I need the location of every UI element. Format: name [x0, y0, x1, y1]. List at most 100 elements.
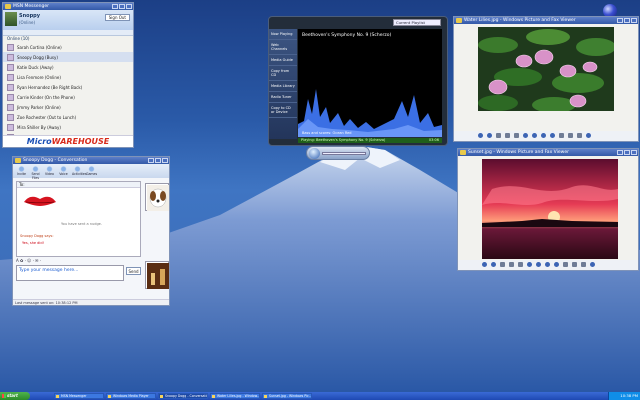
actual-size-button[interactable] — [509, 262, 514, 267]
artist-info: Bass and scores: Ocean Red — [302, 131, 352, 135]
user-name[interactable]: Snoppy — [19, 13, 40, 19]
rotate-clockwise-button[interactable] — [541, 133, 546, 138]
slideshow-button[interactable] — [518, 262, 523, 267]
next-image-button[interactable] — [491, 262, 496, 267]
my-display-picture[interactable] — [145, 261, 169, 289]
msn-profile-header: Snoppy (Online) Sign Out — [3, 10, 133, 30]
water-lilies-titlebar[interactable]: Water Lilies.jpg - Windows Picture and F… — [454, 17, 638, 24]
playlist-dropdown[interactable]: Current Playlist — [393, 19, 441, 26]
maximize-button[interactable] — [155, 158, 161, 163]
actual-size-button[interactable] — [505, 133, 510, 138]
print-button[interactable] — [568, 133, 573, 138]
taskbar-item-conversation[interactable]: Snoopy Dogg - Conversation — [158, 393, 208, 399]
slideshow-button[interactable] — [514, 133, 519, 138]
next-image-button[interactable] — [487, 133, 492, 138]
media-player-window: Current Playlist Now Playing Web Channel… — [268, 16, 448, 146]
system-clock[interactable]: 10:38 PM — [608, 392, 640, 400]
taskbar-item-water-lilies[interactable]: Water Lilies.jpg - Window... — [210, 393, 260, 399]
taskbar-item-sunset[interactable]: Sunset.jpg - Windows Pic... — [262, 393, 312, 399]
contact-display-picture[interactable] — [145, 183, 169, 211]
close-button[interactable] — [162, 158, 168, 163]
maximize-button[interactable] — [624, 18, 630, 23]
nav-web-channels[interactable]: Web Channels — [269, 40, 297, 55]
nav-now-playing[interactable]: Now Playing — [269, 29, 297, 40]
user-status[interactable]: (Online) — [19, 20, 35, 25]
maximize-button[interactable] — [119, 4, 125, 9]
format-toolbar[interactable]: A ✿ · ☺ · ✉ · — [16, 258, 141, 264]
send-button[interactable]: Send — [126, 267, 141, 275]
print-button[interactable] — [572, 262, 577, 267]
msn-main-titlebar[interactable]: MSN Messenger — [3, 3, 133, 10]
nav-media-library[interactable]: Media Library — [269, 81, 297, 92]
rotate-counterclockwise-button[interactable] — [550, 133, 555, 138]
contact-status-icon — [7, 63, 14, 71]
contact-item[interactable]: Carrie Kinder (On the Phone) — [3, 92, 133, 102]
nav-copy-to-cd[interactable]: Copy to CD or Device — [269, 103, 297, 118]
copy-to-button[interactable] — [581, 262, 586, 267]
minimize-button[interactable] — [112, 4, 118, 9]
msn-main-window: MSN Messenger Snoppy (Online) Sign Out O… — [2, 2, 134, 148]
delete-button[interactable] — [559, 133, 564, 138]
chat-history[interactable]: To: You have sent a nudge. Snoopy Dogg s… — [16, 181, 141, 257]
seek-slider[interactable] — [322, 152, 366, 155]
sunset-titlebar[interactable]: Sunset.jpg - Windows Picture and Fax Vie… — [458, 149, 638, 156]
taskbar-item-media-player[interactable]: Windows Media Player — [106, 393, 156, 399]
close-button[interactable] — [126, 4, 132, 9]
send-files-button[interactable]: Send Files — [30, 166, 41, 180]
taskbar-item-msn[interactable]: MSN Messenger — [54, 393, 104, 399]
sunset-title: Sunset.jpg - Windows Picture and Fax Vie… — [468, 150, 569, 155]
nav-copy-from-cd[interactable]: Copy from CD — [269, 66, 297, 81]
minimize-button[interactable] — [148, 158, 154, 163]
nav-radio-tuner[interactable]: Radio Tuner — [269, 92, 297, 103]
sign-out-button[interactable]: Sign Out — [104, 14, 130, 21]
contact-item[interactable]: Zoe Rochester (Out to Lunch) — [3, 112, 133, 122]
avatar[interactable] — [5, 12, 17, 26]
games-button[interactable]: Games — [86, 166, 97, 176]
best-fit-button[interactable] — [496, 133, 501, 138]
now-playing-bar: Playing: Beethoven's Symphony No. 9 (Sch… — [298, 138, 442, 143]
conversation-title: Snoopy Dogg - Conversation — [23, 158, 88, 163]
zoom-out-button[interactable] — [532, 133, 537, 138]
minimize-button[interactable] — [617, 18, 623, 23]
pause-button[interactable] — [309, 148, 320, 159]
picture-viewer-icon — [456, 18, 462, 23]
contact-item[interactable]: Jimmy Parker (Online) — [3, 102, 133, 112]
maximize-button[interactable] — [624, 150, 630, 155]
close-button[interactable] — [631, 150, 637, 155]
previous-image-button[interactable] — [482, 262, 487, 267]
help-button[interactable] — [586, 133, 591, 138]
chess-picture-icon — [147, 263, 169, 289]
contact-item[interactable]: Sarah Cortina (Online) — [3, 42, 133, 52]
zoom-out-button[interactable] — [536, 262, 541, 267]
voice-button[interactable]: Voice — [58, 166, 69, 176]
start-button[interactable]: start — [0, 392, 30, 400]
video-button[interactable]: Video — [44, 166, 55, 176]
close-button[interactable] — [631, 18, 637, 23]
delete-button[interactable] — [563, 262, 568, 267]
advertisement-banner[interactable]: MicroWAREHOUSE — [3, 135, 133, 147]
minimize-button[interactable] — [617, 150, 623, 155]
best-fit-button[interactable] — [500, 262, 505, 267]
nudge-notice: You have sent a nudge. — [61, 222, 102, 226]
contact-item[interactable]: Ryan Hernandez (Be Right Back) — [3, 82, 133, 92]
activities-button[interactable]: Activities — [72, 166, 87, 176]
help-button[interactable] — [590, 262, 595, 267]
zoom-in-button[interactable] — [527, 262, 532, 267]
nav-media-guide[interactable]: Media Guide — [269, 55, 297, 66]
contact-list: Sarah Cortina (Online) Snoopy Dogg (Busy… — [3, 42, 133, 142]
contact-item[interactable]: Snoopy Dogg (Busy) — [3, 52, 133, 62]
message-input[interactable]: Type your message here... — [16, 265, 124, 281]
rotate-counterclockwise-button[interactable] — [554, 262, 559, 267]
contact-item[interactable]: Lisa Fenmore (Online) — [3, 72, 133, 82]
rotate-clockwise-button[interactable] — [545, 262, 550, 267]
contact-item[interactable]: Katie Duck (Away) — [3, 62, 133, 72]
previous-image-button[interactable] — [478, 133, 483, 138]
invite-button[interactable]: Invite — [16, 166, 27, 176]
kiss-emoticon-icon — [24, 196, 56, 206]
contact-item[interactable]: Mira Shiller By (Away) — [3, 122, 133, 132]
zoom-in-button[interactable] — [523, 133, 528, 138]
copy-to-button[interactable] — [577, 133, 582, 138]
conversation-titlebar[interactable]: Snoopy Dogg - Conversation — [13, 157, 169, 164]
visualization-graphic — [298, 89, 442, 137]
taskbar: start MSN Messenger Windows Media Player… — [0, 392, 640, 400]
